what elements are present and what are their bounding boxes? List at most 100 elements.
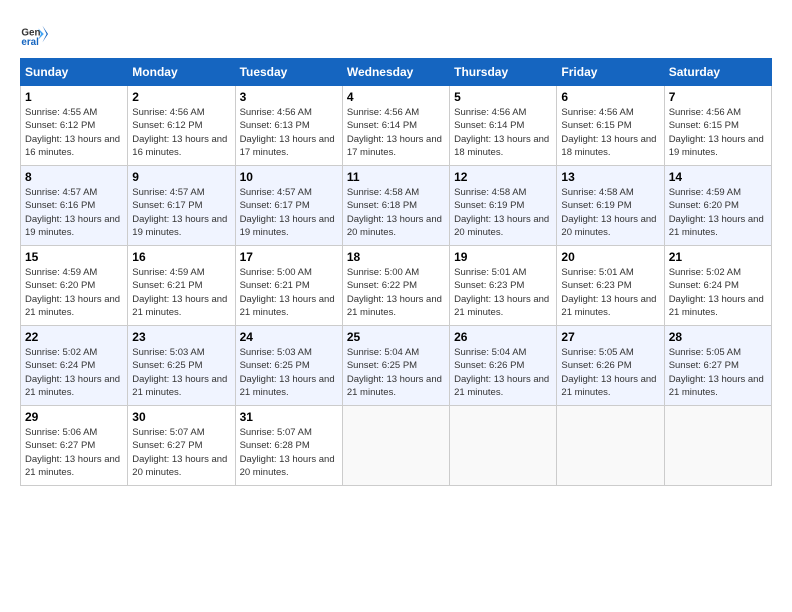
- day-info: Sunrise: 4:56 AM Sunset: 6:12 PM Dayligh…: [132, 106, 230, 159]
- sunrise-label: Sunrise: 5:07 AM: [240, 427, 312, 438]
- calendar-day-cell: 30 Sunrise: 5:07 AM Sunset: 6:27 PM Dayl…: [128, 406, 235, 486]
- sunrise-label: Sunrise: 4:56 AM: [561, 107, 633, 118]
- calendar-week-row: 15 Sunrise: 4:59 AM Sunset: 6:20 PM Dayl…: [21, 246, 772, 326]
- day-number: 25: [347, 330, 445, 344]
- daylight-label: Daylight: 13 hours and 20 minutes.: [240, 454, 335, 478]
- sunset-label: Sunset: 6:21 PM: [240, 280, 310, 291]
- daylight-label: Daylight: 13 hours and 21 minutes.: [561, 374, 656, 398]
- daylight-label: Daylight: 13 hours and 19 minutes.: [132, 214, 227, 238]
- day-number: 1: [25, 90, 123, 104]
- logo: Gen eral: [20, 20, 52, 48]
- sunrise-label: Sunrise: 5:00 AM: [240, 267, 312, 278]
- daylight-label: Daylight: 13 hours and 21 minutes.: [347, 374, 442, 398]
- daylight-label: Daylight: 13 hours and 21 minutes.: [25, 294, 120, 318]
- calendar-day-cell: 17 Sunrise: 5:00 AM Sunset: 6:21 PM Dayl…: [235, 246, 342, 326]
- day-number: 9: [132, 170, 230, 184]
- weekday-header-cell: Friday: [557, 59, 664, 86]
- calendar-day-cell: 25 Sunrise: 5:04 AM Sunset: 6:25 PM Dayl…: [342, 326, 449, 406]
- day-number: 18: [347, 250, 445, 264]
- daylight-label: Daylight: 13 hours and 19 minutes.: [240, 214, 335, 238]
- calendar-body: 1 Sunrise: 4:55 AM Sunset: 6:12 PM Dayli…: [21, 86, 772, 486]
- day-number: 26: [454, 330, 552, 344]
- sunset-label: Sunset: 6:25 PM: [132, 360, 202, 371]
- day-number: 4: [347, 90, 445, 104]
- sunrise-label: Sunrise: 4:57 AM: [25, 187, 97, 198]
- sunset-label: Sunset: 6:13 PM: [240, 120, 310, 131]
- day-number: 12: [454, 170, 552, 184]
- logo-icon: Gen eral: [20, 20, 48, 48]
- day-number: 15: [25, 250, 123, 264]
- calendar-day-cell: 6 Sunrise: 4:56 AM Sunset: 6:15 PM Dayli…: [557, 86, 664, 166]
- day-info: Sunrise: 4:56 AM Sunset: 6:14 PM Dayligh…: [454, 106, 552, 159]
- calendar-day-cell: [557, 406, 664, 486]
- day-info: Sunrise: 5:06 AM Sunset: 6:27 PM Dayligh…: [25, 426, 123, 479]
- sunset-label: Sunset: 6:27 PM: [25, 440, 95, 451]
- calendar-day-cell: 27 Sunrise: 5:05 AM Sunset: 6:26 PM Dayl…: [557, 326, 664, 406]
- sunset-label: Sunset: 6:27 PM: [669, 360, 739, 371]
- sunrise-label: Sunrise: 5:05 AM: [669, 347, 741, 358]
- day-info: Sunrise: 4:58 AM Sunset: 6:18 PM Dayligh…: [347, 186, 445, 239]
- calendar-day-cell: 9 Sunrise: 4:57 AM Sunset: 6:17 PM Dayli…: [128, 166, 235, 246]
- day-info: Sunrise: 4:59 AM Sunset: 6:20 PM Dayligh…: [669, 186, 767, 239]
- sunrise-label: Sunrise: 4:56 AM: [454, 107, 526, 118]
- sunset-label: Sunset: 6:27 PM: [132, 440, 202, 451]
- sunrise-label: Sunrise: 5:07 AM: [132, 427, 204, 438]
- daylight-label: Daylight: 13 hours and 21 minutes.: [454, 294, 549, 318]
- daylight-label: Daylight: 13 hours and 20 minutes.: [561, 214, 656, 238]
- daylight-label: Daylight: 13 hours and 21 minutes.: [25, 374, 120, 398]
- calendar-day-cell: 3 Sunrise: 4:56 AM Sunset: 6:13 PM Dayli…: [235, 86, 342, 166]
- page-header: Gen eral: [20, 20, 772, 48]
- day-info: Sunrise: 4:56 AM Sunset: 6:15 PM Dayligh…: [669, 106, 767, 159]
- day-number: 30: [132, 410, 230, 424]
- daylight-label: Daylight: 13 hours and 21 minutes.: [240, 374, 335, 398]
- sunset-label: Sunset: 6:25 PM: [240, 360, 310, 371]
- sunrise-label: Sunrise: 5:01 AM: [561, 267, 633, 278]
- day-number: 2: [132, 90, 230, 104]
- sunset-label: Sunset: 6:24 PM: [669, 280, 739, 291]
- calendar-day-cell: [342, 406, 449, 486]
- sunrise-label: Sunrise: 5:02 AM: [669, 267, 741, 278]
- day-number: 10: [240, 170, 338, 184]
- sunset-label: Sunset: 6:21 PM: [132, 280, 202, 291]
- day-info: Sunrise: 5:07 AM Sunset: 6:28 PM Dayligh…: [240, 426, 338, 479]
- sunset-label: Sunset: 6:20 PM: [25, 280, 95, 291]
- day-number: 6: [561, 90, 659, 104]
- day-number: 8: [25, 170, 123, 184]
- calendar-day-cell: 26 Sunrise: 5:04 AM Sunset: 6:26 PM Dayl…: [450, 326, 557, 406]
- calendar-day-cell: 4 Sunrise: 4:56 AM Sunset: 6:14 PM Dayli…: [342, 86, 449, 166]
- day-number: 20: [561, 250, 659, 264]
- day-info: Sunrise: 5:00 AM Sunset: 6:21 PM Dayligh…: [240, 266, 338, 319]
- calendar-day-cell: 16 Sunrise: 4:59 AM Sunset: 6:21 PM Dayl…: [128, 246, 235, 326]
- calendar-day-cell: 10 Sunrise: 4:57 AM Sunset: 6:17 PM Dayl…: [235, 166, 342, 246]
- daylight-label: Daylight: 13 hours and 20 minutes.: [454, 214, 549, 238]
- sunset-label: Sunset: 6:17 PM: [240, 200, 310, 211]
- daylight-label: Daylight: 13 hours and 16 minutes.: [25, 134, 120, 158]
- sunset-label: Sunset: 6:26 PM: [561, 360, 631, 371]
- day-info: Sunrise: 4:59 AM Sunset: 6:21 PM Dayligh…: [132, 266, 230, 319]
- daylight-label: Daylight: 13 hours and 21 minutes.: [669, 294, 764, 318]
- sunset-label: Sunset: 6:15 PM: [561, 120, 631, 131]
- calendar-day-cell: 19 Sunrise: 5:01 AM Sunset: 6:23 PM Dayl…: [450, 246, 557, 326]
- sunrise-label: Sunrise: 4:59 AM: [669, 187, 741, 198]
- sunset-label: Sunset: 6:19 PM: [561, 200, 631, 211]
- day-number: 11: [347, 170, 445, 184]
- daylight-label: Daylight: 13 hours and 21 minutes.: [25, 454, 120, 478]
- day-info: Sunrise: 5:01 AM Sunset: 6:23 PM Dayligh…: [561, 266, 659, 319]
- calendar-week-row: 22 Sunrise: 5:02 AM Sunset: 6:24 PM Dayl…: [21, 326, 772, 406]
- calendar-day-cell: 24 Sunrise: 5:03 AM Sunset: 6:25 PM Dayl…: [235, 326, 342, 406]
- day-info: Sunrise: 4:59 AM Sunset: 6:20 PM Dayligh…: [25, 266, 123, 319]
- sunrise-label: Sunrise: 5:03 AM: [132, 347, 204, 358]
- calendar-day-cell: 31 Sunrise: 5:07 AM Sunset: 6:28 PM Dayl…: [235, 406, 342, 486]
- day-info: Sunrise: 5:02 AM Sunset: 6:24 PM Dayligh…: [669, 266, 767, 319]
- sunrise-label: Sunrise: 4:55 AM: [25, 107, 97, 118]
- sunset-label: Sunset: 6:14 PM: [347, 120, 417, 131]
- day-info: Sunrise: 4:57 AM Sunset: 6:17 PM Dayligh…: [240, 186, 338, 239]
- weekday-header-cell: Monday: [128, 59, 235, 86]
- day-number: 16: [132, 250, 230, 264]
- daylight-label: Daylight: 13 hours and 19 minutes.: [669, 134, 764, 158]
- day-number: 29: [25, 410, 123, 424]
- sunrise-label: Sunrise: 5:04 AM: [454, 347, 526, 358]
- day-info: Sunrise: 4:57 AM Sunset: 6:17 PM Dayligh…: [132, 186, 230, 239]
- daylight-label: Daylight: 13 hours and 17 minutes.: [347, 134, 442, 158]
- sunset-label: Sunset: 6:25 PM: [347, 360, 417, 371]
